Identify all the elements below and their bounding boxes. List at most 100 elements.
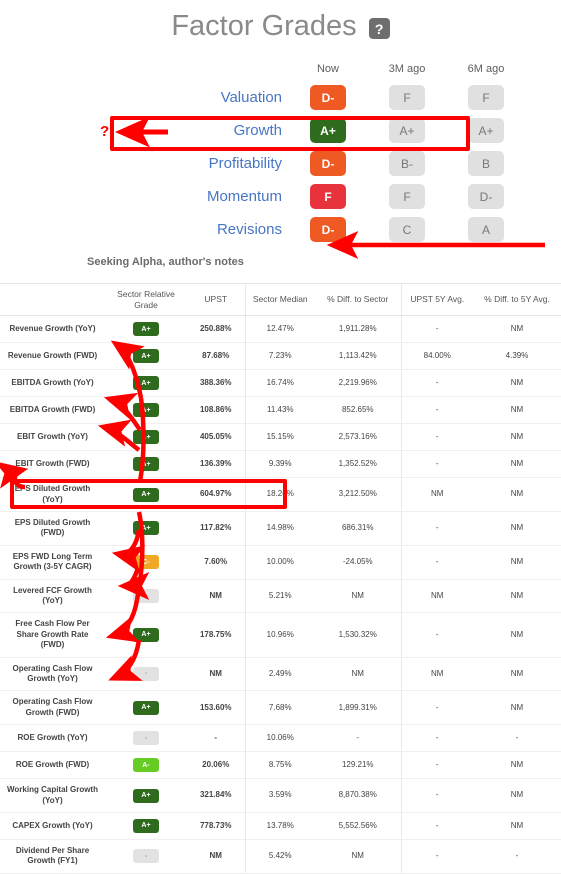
cell-diff-to-5y-avg: NM <box>473 315 561 344</box>
sector-relative-grade-badge[interactable]: A+ <box>133 627 159 642</box>
grade-badge-valuation-3m[interactable]: F <box>389 85 425 110</box>
sector-relative-grade-badge[interactable]: - <box>133 849 159 864</box>
sector-relative-grade-badge[interactable]: A+ <box>133 457 159 472</box>
sector-relative-grade-badge[interactable]: - <box>133 588 159 603</box>
cell-diff-to-sector: NM <box>315 657 401 692</box>
cell-upst-5y-avg: - <box>400 839 473 874</box>
cell-upst: 20.06% <box>187 751 245 780</box>
table-row: EPS FWD Long Term Growth (3-5Y CAGR) C- 7.… <box>0 545 561 580</box>
sector-relative-grade-badge[interactable]: A+ <box>133 403 159 418</box>
cell-upst: 604.97% <box>187 477 245 513</box>
grade-badge-revisions-3m[interactable]: C <box>389 217 425 242</box>
factor-link-revisions[interactable]: Revisions <box>0 221 300 238</box>
cell-sector-relative-grade: A+ <box>105 612 187 658</box>
factor-row-revisions: Revisions D- C A <box>0 213 561 246</box>
cell-sector-median: 12.47% <box>244 315 315 344</box>
cell-upst: 108.86% <box>187 396 245 425</box>
cell-sector-relative-grade: A+ <box>105 778 187 813</box>
grade-badge-momentum-now[interactable]: F <box>310 184 346 209</box>
table-row: Levered FCF Growth (YoY) - NM 5.21% NM NM NM <box>0 579 561 614</box>
grade-badge-revisions-now[interactable]: D- <box>310 217 346 242</box>
sector-relative-grade-badge[interactable]: A+ <box>133 430 159 445</box>
sector-relative-grade-badge[interactable]: A+ <box>133 322 159 337</box>
cell-sector-median: 10.96% <box>244 612 315 658</box>
cell-diff-to-5y-avg: 4.39% <box>473 342 561 371</box>
grade-badge-profitability-6m[interactable]: B <box>468 151 504 176</box>
table-row: EBIT Growth (FWD) A+ 136.39% 9.39% 1,352.52%… <box>0 450 561 479</box>
sector-relative-grade-badge[interactable]: A+ <box>133 818 159 833</box>
sector-relative-grade-badge[interactable]: A+ <box>133 788 159 803</box>
factor-link-profitability[interactable]: Profitability <box>0 155 300 172</box>
cell-upst: 405.05% <box>187 423 245 452</box>
cell-upst: - <box>187 724 245 753</box>
cell-diff-to-5y-avg: NM <box>473 450 561 479</box>
grade-badge-valuation-now[interactable]: D- <box>310 85 346 110</box>
sector-relative-grade-badge[interactable]: - <box>133 666 159 681</box>
cell-sector-median: 13.78% <box>244 812 315 840</box>
grade-badge-profitability-3m[interactable]: B- <box>389 151 425 176</box>
cell-upst-5y-avg: - <box>400 369 473 398</box>
cell-diff-to-5y-avg: NM <box>473 423 561 452</box>
cell-sector-median: 11.43% <box>244 396 315 425</box>
sector-relative-grade-badge[interactable]: A+ <box>133 376 159 391</box>
grade-badge-momentum-3m[interactable]: F <box>389 184 425 209</box>
cell-metric-name: Revenue Growth (FWD) <box>0 342 105 371</box>
cell-diff-to-sector: 1,113.42% <box>315 342 401 371</box>
cell-sector-relative-grade: A+ <box>105 450 187 479</box>
grade-badge-profitability-now[interactable]: D- <box>310 151 346 176</box>
grade-badge-growth-6m[interactable]: A+ <box>468 118 504 143</box>
cell-upst-5y-avg: - <box>400 812 473 840</box>
cell-sector-relative-grade: A+ <box>105 369 187 398</box>
cell-diff-to-sector: 852.65% <box>315 396 401 425</box>
page-title: Factor Grades <box>171 10 357 42</box>
cell-sector-relative-grade: A+ <box>105 342 187 371</box>
sector-relative-grade-badge[interactable]: A- <box>133 758 159 773</box>
table-row: EBITDA Growth (FWD) A+ 108.86% 11.43% 852.65… <box>0 396 561 425</box>
cell-diff-to-sector: 129.21% <box>315 751 401 780</box>
cell-upst-5y-avg: 84.00% <box>400 342 473 371</box>
table-header-row: Sector Relative Grade UPST Sector Median… <box>0 284 561 317</box>
grade-badge-valuation-6m[interactable]: F <box>468 85 504 110</box>
table-body: Revenue Growth (YoY) A+ 250.88% 12.47% 1,911… <box>0 315 561 874</box>
cell-sector-median: 2.49% <box>244 657 315 692</box>
sector-relative-grade-badge[interactable]: - <box>133 731 159 746</box>
cell-diff-to-5y-avg: - <box>473 839 561 874</box>
cell-diff-to-5y-avg: NM <box>473 579 561 614</box>
cell-metric-name: Operating Cash Flow Growth (FWD) <box>0 690 105 726</box>
cell-diff-to-sector: - <box>315 724 401 753</box>
cell-diff-to-5y-avg: NM <box>473 369 561 398</box>
question-mark-icon[interactable]: ? <box>368 18 390 39</box>
table-row: Free Cash Flow Per Share Growth Rate (FW… <box>0 612 561 658</box>
grade-badge-momentum-6m[interactable]: D- <box>468 184 504 209</box>
cell-diff-to-sector: 5,552.56% <box>315 812 401 840</box>
cell-metric-name: Operating Cash Flow Growth (YoY) <box>0 657 105 692</box>
grade-badge-revisions-6m[interactable]: A <box>468 217 504 242</box>
cell-diff-to-5y-avg: NM <box>473 812 561 840</box>
cell-metric-name: ROE Growth (YoY) <box>0 724 105 753</box>
sector-relative-grade-badge[interactable]: C- <box>133 555 159 570</box>
cell-diff-to-sector: -24.05% <box>315 545 401 580</box>
cell-upst: NM <box>187 579 245 614</box>
cell-metric-name: EPS Diluted Growth (FWD) <box>0 511 105 546</box>
factor-grades-column-headers: Now 3M ago 6M ago <box>0 57 561 81</box>
sector-relative-grade-badge[interactable]: A+ <box>133 487 159 502</box>
cell-sector-median: 16.74% <box>244 369 315 398</box>
cell-sector-median: 10.00% <box>244 545 315 580</box>
cell-upst: 250.88% <box>187 315 245 344</box>
col-header-sector-median: Sector Median <box>244 284 315 317</box>
table-row: EPS Diluted Growth (FWD) A+ 117.82% 14.98% 6… <box>0 511 561 546</box>
cell-metric-name: Dividend Per Share Growth (FY1) <box>0 839 105 874</box>
cell-sector-relative-grade: C- <box>105 545 187 580</box>
grade-badge-growth-3m[interactable]: A+ <box>389 118 425 143</box>
cell-diff-to-sector: NM <box>315 839 401 874</box>
sector-relative-grade-badge[interactable]: A+ <box>133 700 159 715</box>
factor-link-valuation[interactable]: Valuation <box>0 89 300 106</box>
factor-row-growth: Growth A+ A+ A+ <box>0 114 561 147</box>
factor-link-growth[interactable]: Growth <box>0 122 300 139</box>
grade-badge-growth-now[interactable]: A+ <box>310 118 346 143</box>
cell-diff-to-sector: 1,899.31% <box>315 690 401 726</box>
sector-relative-grade-badge[interactable]: A+ <box>133 521 159 536</box>
cell-upst-5y-avg: - <box>400 396 473 425</box>
sector-relative-grade-badge[interactable]: A+ <box>133 349 159 364</box>
factor-link-momentum[interactable]: Momentum <box>0 188 300 205</box>
